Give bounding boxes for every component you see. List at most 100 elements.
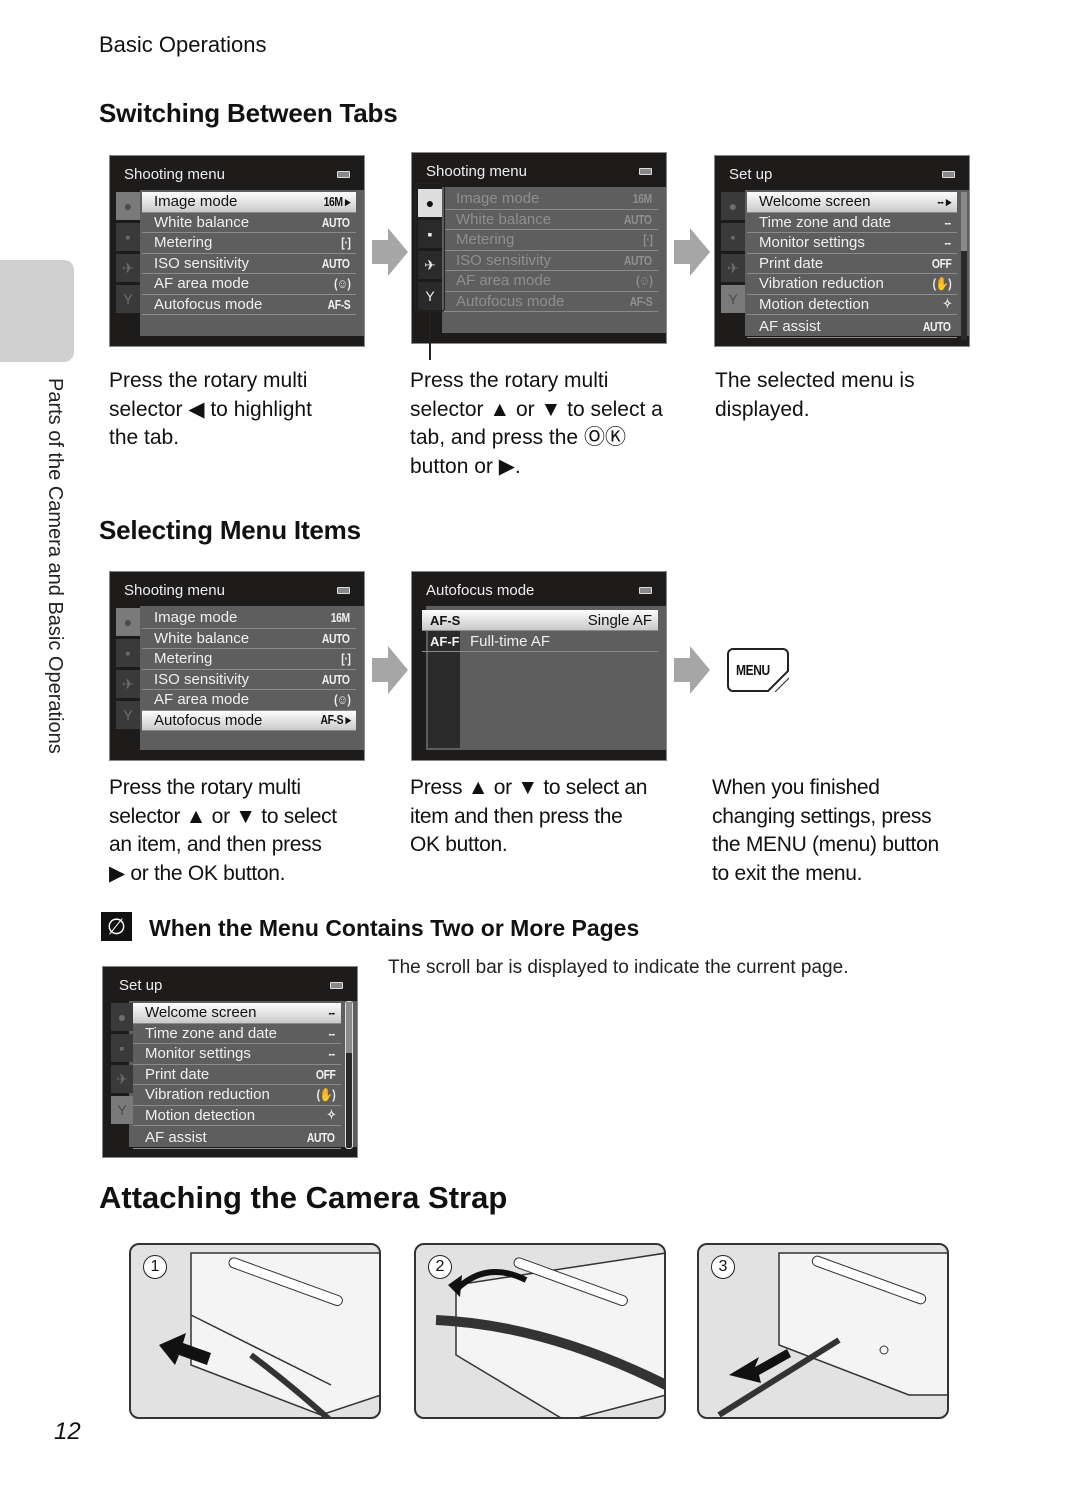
tab-movie-icon[interactable]: ▪ bbox=[721, 223, 745, 251]
tab-satellite-icon[interactable]: ✈ bbox=[116, 670, 140, 698]
note-text: The scroll bar is displayed to indicate … bbox=[388, 957, 849, 978]
battery-icon bbox=[942, 171, 955, 178]
menu-item-value: [·] bbox=[340, 235, 351, 251]
menu-item[interactable]: Welcome screen -- bbox=[133, 1003, 341, 1024]
camera-screen-shooting-menu: Shooting menu ● ▪ ✈ Y Image mode 16M ▸ Wh… bbox=[109, 155, 365, 347]
strap-step-panel: 1 bbox=[129, 1243, 381, 1419]
menu-item-label: AF assist bbox=[145, 1128, 207, 1146]
menu-item[interactable]: Image mode 16M bbox=[444, 189, 658, 210]
menu-item[interactable]: Welcome screen -- ▸ bbox=[747, 192, 957, 213]
screen-title-bar: Set up bbox=[103, 967, 357, 1001]
option-item[interactable]: AF-S Single AF bbox=[422, 610, 658, 631]
tab-movie-icon[interactable]: ▪ bbox=[111, 1034, 133, 1062]
camera-strap-illustration bbox=[717, 1252, 947, 1417]
menu-item-label: Image mode bbox=[456, 190, 540, 208]
menu-item-value: OFF bbox=[315, 1066, 335, 1082]
arrow-right-icon bbox=[372, 228, 408, 276]
scrollbar-thumb[interactable] bbox=[961, 192, 967, 252]
tab-highlight-bracket bbox=[415, 183, 445, 312]
menu-item[interactable]: AF area mode (☺) bbox=[142, 274, 356, 295]
menu-tabs: ● ▪ ✈ Y bbox=[111, 1003, 135, 1127]
tab-shooting-camera-icon[interactable]: ● bbox=[111, 1003, 133, 1031]
menu-item-label: AF area mode bbox=[154, 691, 250, 709]
menu-item[interactable]: Monitor settings -- bbox=[133, 1044, 341, 1065]
camera-screen-setup-scroll: Set up ● ▪ ✈ Y Welcome screen -- Time zon… bbox=[102, 966, 358, 1158]
menu-item[interactable]: Vibration reduction (✋) bbox=[133, 1085, 341, 1106]
option-code: AF-F bbox=[430, 633, 460, 649]
menu-tabs: ● ▪ ✈ Y bbox=[721, 192, 745, 316]
tab-setup-wrench-icon[interactable]: Y bbox=[721, 285, 745, 313]
option-list: AF-S Single AF AF-F Full-time AF bbox=[422, 610, 658, 652]
menu-item[interactable]: ISO sensitivity AUTO bbox=[142, 670, 356, 690]
menu-item[interactable]: White balance AUTO bbox=[444, 210, 658, 230]
menu-item[interactable]: Image mode 16M ▸ bbox=[142, 192, 356, 213]
tab-setup-wrench-icon[interactable]: Y bbox=[116, 285, 140, 313]
menu-item-label: Autofocus mode bbox=[154, 295, 263, 313]
camera-strap-illustration bbox=[435, 1252, 664, 1417]
menu-item[interactable]: Metering [·] bbox=[142, 233, 356, 254]
menu-item[interactable]: AF area mode (☺) bbox=[444, 271, 658, 292]
menu-item-value: AUTO bbox=[322, 255, 350, 271]
menu-item-label: Time zone and date bbox=[759, 213, 892, 231]
menu-item[interactable]: White balance AUTO bbox=[142, 213, 356, 233]
option-item[interactable]: AF-F Full-time AF bbox=[422, 631, 658, 652]
screen-title: Shooting menu bbox=[426, 163, 527, 180]
menu-item[interactable]: AF assist AUTO bbox=[747, 315, 957, 338]
screen-title-bar: Shooting menu bbox=[110, 572, 364, 606]
tab-shooting-camera-icon[interactable]: ● bbox=[116, 608, 140, 636]
tab-shooting-camera-icon[interactable]: ● bbox=[116, 192, 140, 220]
scrollbar[interactable] bbox=[345, 1001, 353, 1149]
menu-items: Image mode 16M ▸ White balance AUTO Meteri… bbox=[142, 192, 356, 315]
strap-step-panel: 3 bbox=[697, 1243, 949, 1419]
tab-shooting-camera-icon[interactable]: ● bbox=[721, 192, 745, 220]
menu-item[interactable]: Vibration reduction (✋) bbox=[747, 274, 957, 295]
menu-item-label: AF area mode bbox=[456, 272, 552, 290]
menu-item[interactable]: Metering [·] bbox=[444, 230, 658, 251]
menu-item[interactable]: AF assist AUTO bbox=[133, 1126, 341, 1149]
menu-item[interactable]: Motion detection ✧ bbox=[133, 1106, 341, 1126]
tab-setup-wrench-icon[interactable]: Y bbox=[116, 701, 140, 729]
scrollbar-thumb[interactable] bbox=[346, 1002, 352, 1054]
menu-item[interactable]: White balance AUTO bbox=[142, 629, 356, 649]
menu-item-value: (☺) bbox=[333, 692, 351, 708]
tab-satellite-icon[interactable]: ✈ bbox=[111, 1065, 133, 1093]
section-heading-selecting-items: Selecting Menu Items bbox=[99, 515, 361, 545]
menu-item[interactable]: Print date OFF bbox=[133, 1065, 341, 1085]
menu-item-value: -- bbox=[944, 214, 952, 230]
menu-item[interactable]: Print date OFF bbox=[747, 254, 957, 274]
scrollbar[interactable] bbox=[961, 192, 967, 340]
battery-icon bbox=[337, 587, 350, 594]
section-heading-switching-tabs: Switching Between Tabs bbox=[99, 98, 398, 128]
menu-items: Welcome screen -- Time zone and date -- Mo… bbox=[133, 1003, 341, 1149]
side-thumb-tab bbox=[0, 260, 74, 362]
menu-item-value: AF-S bbox=[327, 296, 350, 312]
tab-satellite-icon[interactable]: ✈ bbox=[116, 254, 140, 282]
tab-movie-icon[interactable]: ▪ bbox=[116, 639, 140, 667]
menu-item[interactable]: AF area mode (☺) bbox=[142, 690, 356, 711]
menu-item[interactable]: Image mode 16M bbox=[142, 608, 356, 629]
screen-title: Shooting menu bbox=[124, 166, 225, 183]
menu-item[interactable]: Motion detection ✧ bbox=[747, 295, 957, 315]
screen-title: Autofocus mode bbox=[426, 582, 535, 599]
menu-item-label: ISO sensitivity bbox=[456, 251, 552, 269]
menu-item-value: OFF bbox=[931, 255, 951, 271]
menu-item-value: -- bbox=[944, 235, 952, 251]
menu-item[interactable]: Monitor settings -- bbox=[747, 233, 957, 254]
tab-movie-icon[interactable]: ▪ bbox=[116, 223, 140, 251]
menu-item-label: Autofocus mode bbox=[154, 711, 263, 729]
menu-item[interactable]: ISO sensitivity AUTO bbox=[444, 251, 658, 271]
section-heading-strap: Attaching the Camera Strap bbox=[99, 1180, 508, 1215]
menu-item[interactable]: Time zone and date -- bbox=[747, 213, 957, 233]
menu-item-value: ✧ bbox=[326, 1107, 336, 1123]
menu-item[interactable]: Autofocus mode AF-S bbox=[142, 295, 356, 315]
option-code: AF-S bbox=[430, 612, 461, 628]
arrow-right-icon bbox=[372, 646, 408, 694]
menu-item[interactable]: Autofocus mode AF-S ▸ bbox=[142, 710, 356, 731]
screen-title-bar: Shooting menu bbox=[412, 153, 666, 187]
menu-item[interactable]: Autofocus mode AF-S bbox=[444, 292, 658, 312]
tab-setup-wrench-icon[interactable]: Y bbox=[111, 1096, 133, 1124]
menu-item[interactable]: ISO sensitivity AUTO bbox=[142, 254, 356, 274]
tab-satellite-icon[interactable]: ✈ bbox=[721, 254, 745, 282]
menu-item[interactable]: Metering [·] bbox=[142, 649, 356, 670]
menu-item[interactable]: Time zone and date -- bbox=[133, 1024, 341, 1044]
